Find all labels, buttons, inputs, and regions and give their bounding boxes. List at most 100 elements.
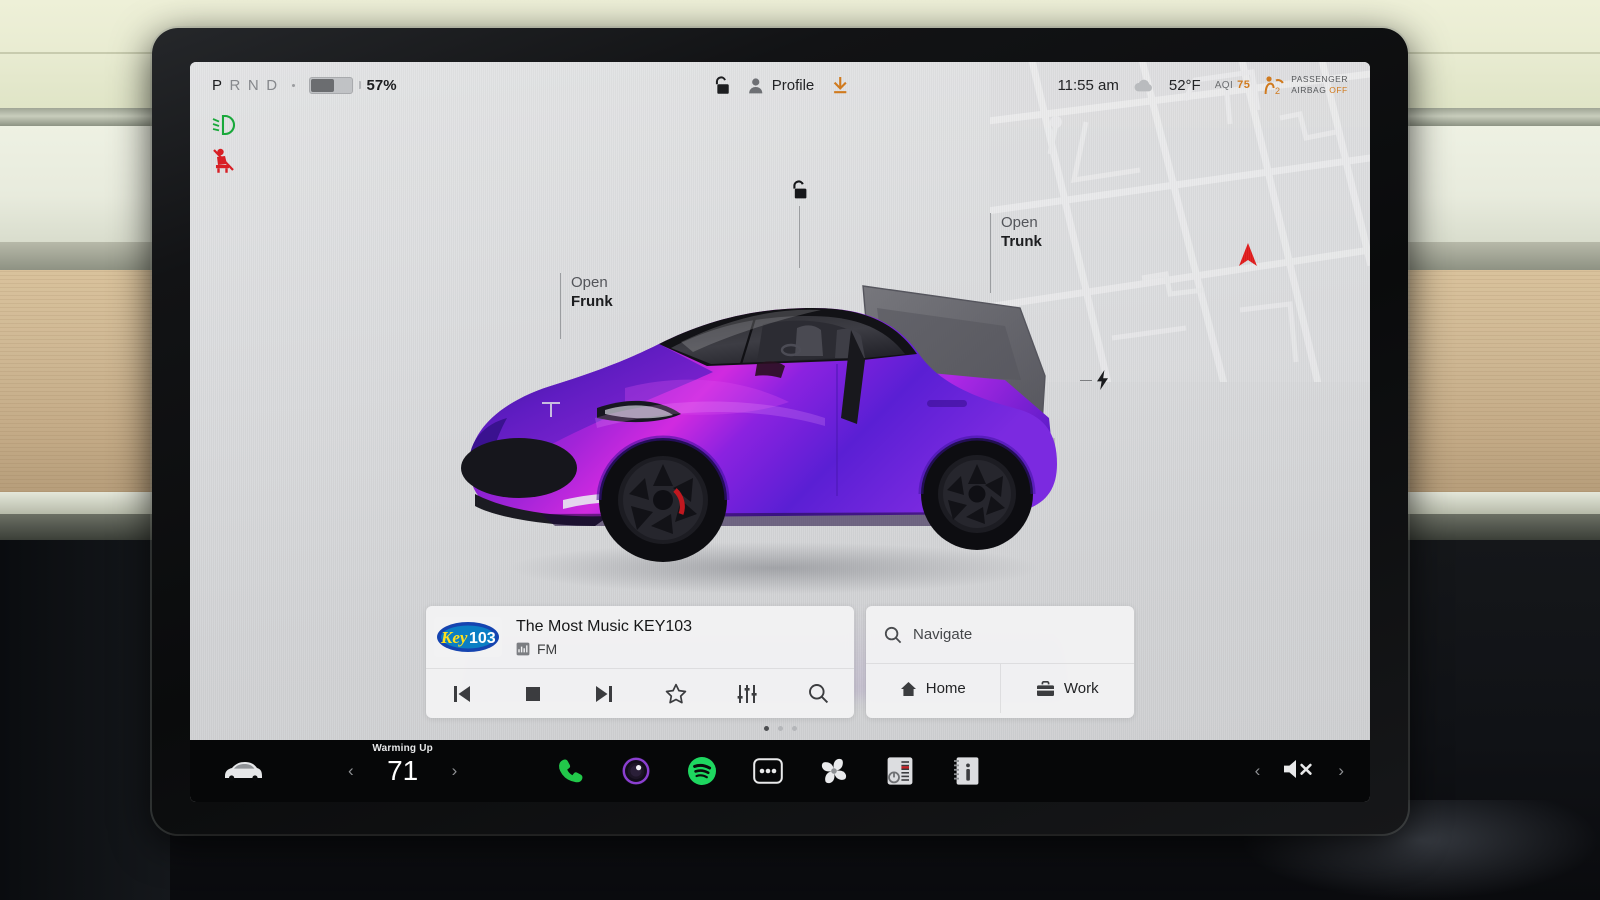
page-dot-1[interactable] — [763, 726, 769, 731]
passenger-airbag-status: 2 PASSENGER AIRBAG OFF — [1264, 74, 1348, 96]
page-dot-3[interactable] — [791, 726, 797, 731]
unlocked-padlock-icon[interactable] — [713, 75, 730, 95]
battery-indicator[interactable]: 57% — [308, 76, 397, 94]
media-now-playing[interactable]: Key 103 The Most Music KEY103 FM — [426, 606, 854, 668]
more-apps-button[interactable] — [751, 754, 785, 788]
climate-control[interactable]: ‹ Warming Up 71 › — [348, 743, 458, 786]
equalizer-button[interactable] — [725, 677, 769, 711]
volume-up-button[interactable]: › — [1338, 761, 1344, 781]
svg-text:103: 103 — [469, 630, 496, 647]
navigation-card[interactable]: Navigate Home Work — [866, 606, 1134, 718]
phone-app-icon — [559, 759, 583, 783]
touchscreen-bezel: P R N D 57% Profile 11:55 am 52°F AQI 75… — [152, 28, 1408, 834]
climate-temperature-value: 71 — [387, 755, 419, 786]
trunk-label-line1: Open — [1001, 214, 1038, 231]
vehicle-controls-icon — [225, 762, 262, 781]
cloud-icon — [1134, 79, 1152, 91]
phone-app-button[interactable] — [553, 754, 587, 788]
page-dot-2[interactable] — [777, 726, 783, 731]
air-quality-indicator[interactable]: AQI 75 — [1215, 79, 1250, 91]
person-icon — [749, 77, 763, 93]
camera-app-icon — [622, 757, 651, 785]
tesla-touchscreen[interactable]: P R N D 57% Profile 11:55 am 52°F AQI 75… — [190, 62, 1370, 802]
aqi-label: AQI — [1214, 80, 1234, 91]
clock: 11:55 am — [1057, 76, 1119, 94]
lock-leader-line — [798, 206, 800, 268]
navigate-placeholder: Navigate — [913, 626, 973, 643]
software-update-download-icon[interactable] — [832, 76, 847, 94]
station-logo: Key 103 — [434, 617, 502, 657]
speaker-muted-icon — [1284, 759, 1313, 778]
indicator-lights — [212, 114, 238, 174]
spotify-app-button[interactable] — [685, 754, 719, 788]
sliders-icon — [737, 684, 757, 703]
more-apps-icon — [753, 758, 784, 784]
owners-manual-button[interactable] — [949, 754, 983, 788]
media-source-label: FM — [537, 640, 558, 657]
battery-cap — [358, 81, 361, 89]
bottom-card-row: Key 103 The Most Music KEY103 FM Navigat… — [190, 606, 1370, 718]
seatbelt-warning-icon — [213, 148, 234, 173]
vehicle-visualization[interactable]: Open Frunk Open Trunk — [190, 108, 1370, 698]
model-y-render[interactable] — [445, 268, 1085, 598]
volume-down-button[interactable]: ‹ — [1255, 761, 1261, 781]
spotify-app-icon — [688, 757, 717, 785]
status-bar-left: P R N D 57% — [212, 76, 397, 94]
temperature-decrease-button[interactable]: ‹ — [348, 761, 354, 781]
svg-text:2: 2 — [1275, 86, 1280, 95]
tuner-app-button[interactable] — [883, 754, 917, 788]
volume-control: ‹ › — [1255, 757, 1344, 786]
gear-n: N — [247, 76, 260, 94]
media-metadata: The Most Music KEY103 FM — [516, 618, 692, 657]
stop-square-icon — [525, 686, 540, 701]
status-bar-center: Profile — [713, 75, 848, 95]
gear-indicator[interactable]: P R N D — [212, 77, 278, 94]
home-shortcut-button[interactable]: Home — [866, 664, 1000, 713]
mute-toggle-button[interactable] — [1282, 757, 1316, 786]
media-search-button[interactable] — [796, 677, 840, 711]
profile-label: Profile — [771, 76, 815, 94]
tuner-app-icon — [887, 757, 913, 785]
battery-fill — [310, 78, 335, 92]
work-shortcut-label: Work — [1063, 680, 1099, 697]
vehicle-lock-button[interactable] — [790, 180, 808, 268]
climate-fan-app-icon — [822, 758, 847, 784]
status-bar-right: 11:55 am 52°F AQI 75 2 PASSENGER AIRBAG … — [1057, 74, 1348, 96]
airbag-state: OFF — [1329, 85, 1348, 95]
passenger-airbag-icon: 2 — [1264, 76, 1284, 95]
next-track-button[interactable] — [582, 677, 626, 711]
airbag-status-text: PASSENGER AIRBAG OFF — [1291, 74, 1348, 96]
temperature-increase-button[interactable]: › — [452, 761, 458, 781]
radio-band-icon — [516, 642, 530, 655]
vehicle-controls-button[interactable] — [216, 760, 270, 782]
gear-r: R — [229, 76, 241, 94]
manual-info-app-icon — [954, 757, 979, 785]
status-separator-dot — [291, 83, 295, 87]
media-player-card[interactable]: Key 103 The Most Music KEY103 FM — [426, 606, 854, 718]
battery-icon — [308, 76, 353, 94]
unlocked-padlock-icon — [793, 180, 807, 199]
camera-app-button[interactable] — [619, 754, 653, 788]
work-shortcut-button[interactable]: Work — [999, 664, 1135, 713]
status-bar: P R N D 57% Profile 11:55 am 52°F AQI 75… — [190, 62, 1370, 108]
stop-button[interactable] — [511, 677, 555, 711]
navigation-shortcuts: Home Work — [866, 663, 1134, 713]
search-icon — [808, 684, 828, 704]
gear-d: D — [266, 76, 278, 94]
home-shortcut-label: Home — [925, 680, 966, 697]
favorite-button[interactable] — [654, 677, 698, 711]
battery-percent-label: 57% — [366, 76, 397, 94]
climate-app-button[interactable] — [817, 754, 851, 788]
skip-back-icon — [453, 685, 470, 702]
previous-track-button[interactable] — [440, 677, 484, 711]
app-launcher-row — [553, 754, 983, 788]
skip-forward-icon — [596, 685, 613, 702]
profile-button[interactable]: Profile — [748, 76, 815, 94]
trunk-label-line2: Trunk — [1001, 233, 1042, 250]
outside-temperature: 52°F — [1168, 76, 1201, 94]
gear-p: P — [212, 76, 223, 94]
navigate-search-field[interactable]: Navigate — [866, 606, 1134, 663]
temperature-display[interactable]: Warming Up 71 — [366, 743, 440, 786]
card-page-indicator[interactable] — [190, 726, 1370, 731]
app-canvas: P R N D 57% Profile 11:55 am 52°F AQI 75… — [190, 62, 1370, 740]
